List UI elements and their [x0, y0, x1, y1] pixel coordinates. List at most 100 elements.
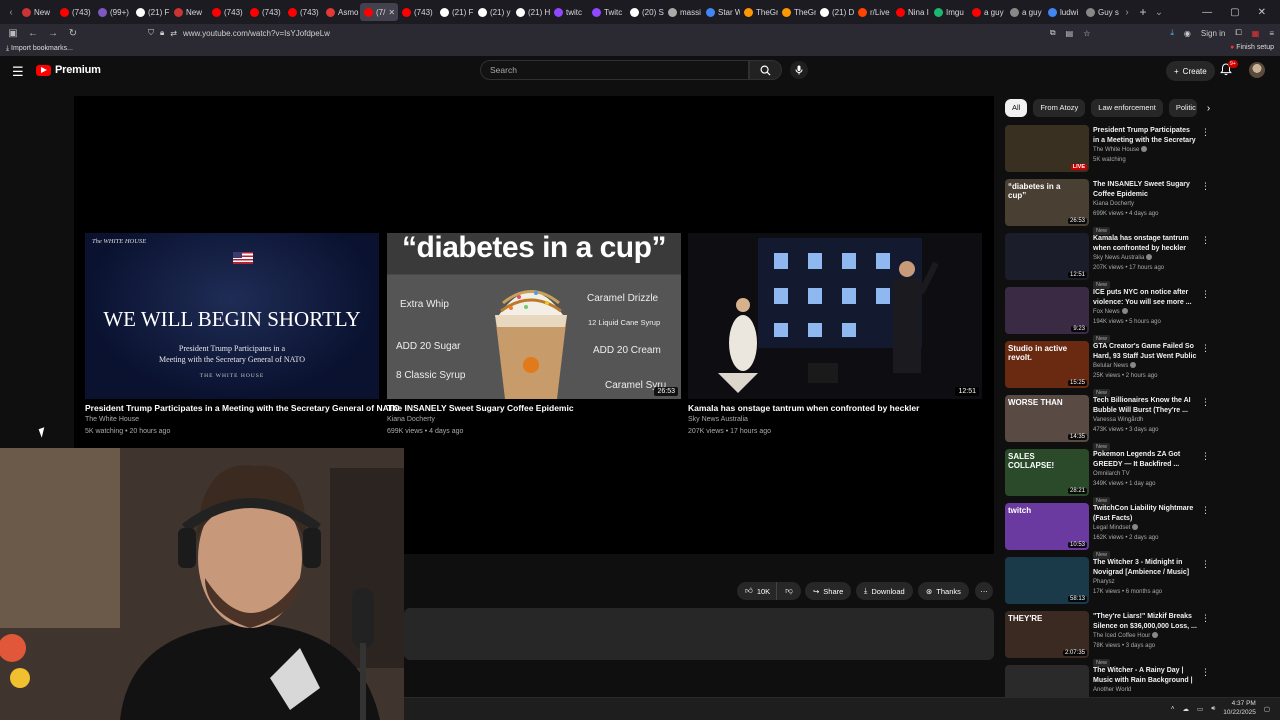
- more-actions-button[interactable]: ⋯: [975, 582, 993, 600]
- recommendation-item[interactable]: 12:51 Kamala has onstage tantrum when con…: [1005, 233, 1210, 289]
- recommendation-item[interactable]: SALES COLLAPSE! 28:21 Pokemon Legends ZA G…: [1005, 449, 1210, 505]
- recommendation-thumbnail[interactable]: WORSE THAN 14:35: [1005, 395, 1089, 442]
- permissions-icon[interactable]: ⇄: [170, 29, 177, 38]
- recommendation-title[interactable]: ICE puts NYC on notice after violence: Y…: [1093, 288, 1197, 307]
- browser-tab[interactable]: (21) H: [512, 3, 550, 21]
- youtube-premium-logo[interactable]: Premium: [36, 64, 101, 76]
- endcard-video-2[interactable]: “diabetes in a cup” Extra Whip Caramel D…: [387, 233, 681, 437]
- browser-tab[interactable]: (743): [208, 3, 246, 21]
- browser-tab[interactable]: (743): [246, 3, 284, 21]
- endcard-title[interactable]: Kamala has onstage tantrum when confront…: [688, 403, 982, 413]
- url-text[interactable]: www.youtube.com/watch?v=IsYJofdpeLw: [183, 29, 330, 38]
- cloud-icon[interactable]: ☁: [1183, 705, 1190, 713]
- endcard-thumbnail[interactable]: 12:51: [688, 233, 982, 399]
- browser-tab[interactable]: r/Live: [854, 3, 892, 21]
- recommendation-channel[interactable]: The White House: [1093, 145, 1197, 155]
- recommendation-channel[interactable]: Another World: [1093, 685, 1197, 695]
- recommendation-item[interactable]: Studio in active revolt. 15:25 GTA Creator…: [1005, 341, 1210, 397]
- browser-tab[interactable]: Imgu: [930, 3, 968, 21]
- recommendation-channel[interactable]: Kiana Docherty: [1093, 199, 1197, 209]
- recommendation-channel[interactable]: Vanessa Wingårdh: [1093, 415, 1197, 425]
- chip-from-atozy[interactable]: From Atozy: [1033, 99, 1086, 117]
- tray-chevron-icon[interactable]: ˄: [1171, 705, 1175, 712]
- bookmark-star-icon[interactable]: ☆: [1083, 29, 1090, 38]
- picture-in-picture-icon[interactable]: ⧉: [1050, 28, 1056, 38]
- recommendation-channel[interactable]: Fox News: [1093, 307, 1197, 317]
- more-vertical-icon[interactable]: ⋮: [1201, 343, 1210, 354]
- more-vertical-icon[interactable]: ⋮: [1201, 559, 1210, 570]
- sidebar-toggle-icon[interactable]: ▣: [8, 28, 18, 39]
- recommendation-thumbnail[interactable]: 12:51: [1005, 233, 1089, 280]
- chip-politics[interactable]: Politic: [1168, 99, 1197, 117]
- recommendation-thumbnail[interactable]: Studio in active revolt. 15:25: [1005, 341, 1089, 388]
- browser-tab[interactable]: Nina I: [892, 3, 930, 21]
- browser-tab[interactable]: (99+): [94, 3, 132, 21]
- recommendation-thumbnail[interactable]: “diabetes in a cup” 26:53: [1005, 179, 1089, 226]
- recommendation-item[interactable]: 9:23 ICE puts NYC on notice after violenc…: [1005, 287, 1210, 343]
- browser-tab[interactable]: TheGr: [778, 3, 816, 21]
- shield-icon[interactable]: ⛉: [148, 28, 154, 38]
- downloads-icon[interactable]: ⤓: [1170, 28, 1174, 38]
- create-button[interactable]: + Create: [1166, 61, 1215, 81]
- browser-tab[interactable]: TheGr: [740, 3, 778, 21]
- browser-tab[interactable]: (20) S: [626, 3, 664, 21]
- browser-tab[interactable]: (21) F: [132, 3, 170, 21]
- recommendation-title[interactable]: Pokemon Legends ZA Got GREEDY — It Backf…: [1093, 450, 1197, 469]
- recommendation-channel[interactable]: Omnilarch TV: [1093, 469, 1197, 479]
- recommendation-title[interactable]: Tech Billionaires Know the AI Bubble Wil…: [1093, 396, 1197, 415]
- endcard-title[interactable]: The INSANELY Sweet Sugary Coffee Epidemi…: [387, 403, 681, 413]
- monitor-icon[interactable]: ▭: [1197, 705, 1203, 713]
- recommendation-item[interactable]: twitch 10:53 TwitchCon Liability Nightmare…: [1005, 503, 1210, 559]
- browser-tab[interactable]: (21) y: [474, 3, 512, 21]
- recommendation-title[interactable]: The Witcher - A Rainy Day | Music with R…: [1093, 666, 1197, 685]
- more-vertical-icon[interactable]: ⋮: [1201, 397, 1210, 408]
- tab-scroll-right-icon[interactable]: ›: [1120, 7, 1134, 18]
- search-input[interactable]: Search: [480, 60, 749, 80]
- endcard-channel[interactable]: Sky News Australia: [688, 415, 982, 425]
- recommendation-channel[interactable]: Belular News: [1093, 361, 1197, 371]
- browser-tab[interactable]: Star W: [702, 3, 740, 21]
- menu-icon[interactable]: ≡: [1269, 29, 1274, 38]
- recommendation-item[interactable]: “diabetes in a cup” 26:53 The INSANELY Swe…: [1005, 179, 1210, 235]
- more-vertical-icon[interactable]: ⋮: [1201, 505, 1210, 516]
- extensions-icon[interactable]: ⧠: [1235, 28, 1241, 38]
- back-icon[interactable]: ←: [28, 28, 38, 39]
- recommendation-title[interactable]: The Witcher 3 - Midnight in Novigrad [Am…: [1093, 558, 1197, 577]
- maximize-icon[interactable]: ▢: [1230, 7, 1239, 18]
- browser-tab[interactable]: (21) D: [816, 3, 854, 21]
- recommendation-channel[interactable]: Pharysz: [1093, 577, 1197, 587]
- browser-tab[interactable]: a guy: [968, 3, 1006, 21]
- recommendation-item[interactable]: THEY'RE 2:07:35 "They're Liars!" Mizkif Br…: [1005, 611, 1210, 667]
- minimize-icon[interactable]: —: [1202, 7, 1212, 18]
- more-vertical-icon[interactable]: ⋮: [1201, 613, 1210, 624]
- browser-tab[interactable]: Asmo: [322, 3, 360, 21]
- recommendation-title[interactable]: President Trump Participates in a Meetin…: [1093, 126, 1197, 145]
- recommendation-channel[interactable]: Legal Mindset: [1093, 523, 1197, 533]
- recommendation-title[interactable]: GTA Creator's Game Failed So Hard, 93 St…: [1093, 342, 1197, 361]
- lock-icon[interactable]: 🔒︎: [160, 28, 164, 38]
- browser-tab[interactable]: (21) F: [436, 3, 474, 21]
- reader-view-icon[interactable]: ▤: [1066, 29, 1074, 38]
- dislike-button[interactable]: 👎︎: [776, 582, 801, 600]
- more-vertical-icon[interactable]: ⋮: [1201, 451, 1210, 462]
- recommendation-thumbnail[interactable]: LIVE: [1005, 125, 1089, 172]
- browser-tab[interactable]: Guy s: [1082, 3, 1120, 21]
- chip-all[interactable]: All: [1005, 99, 1028, 117]
- sign-in-link[interactable]: Sign in: [1201, 29, 1225, 38]
- recommendation-item[interactable]: 58:13 The Witcher 3 - Midnight in Novigra…: [1005, 557, 1210, 611]
- browser-tab[interactable]: (743): [56, 3, 94, 21]
- close-window-icon[interactable]: ✕: [1258, 7, 1266, 18]
- browser-tab[interactable]: twitc: [550, 3, 588, 21]
- recommendation-thumbnail[interactable]: THEY'RE 2:07:35: [1005, 611, 1089, 658]
- tab-overflow-icon[interactable]: ⌄: [1152, 7, 1166, 18]
- finish-setup-link[interactable]: ● Finish setup: [1230, 44, 1274, 51]
- recommendation-title[interactable]: "They're Liars!" Mizkif Breaks Silence o…: [1093, 612, 1197, 631]
- forward-icon[interactable]: →: [48, 28, 58, 39]
- recommendation-item[interactable]: WORSE THAN 14:35 Tech Billionaires Know th…: [1005, 395, 1210, 451]
- account-icon[interactable]: ◉: [1184, 29, 1191, 38]
- recommendation-title[interactable]: Kamala has onstage tantrum when confront…: [1093, 234, 1197, 253]
- endcard-thumbnail[interactable]: The WHITE HOUSE WE WILL BEGIN SHORTLY Pr…: [85, 233, 379, 399]
- recommendation-item[interactable]: LIVE President Trump Participates in a Me…: [1005, 125, 1210, 179]
- recommendation-thumbnail[interactable]: 9:23: [1005, 287, 1089, 334]
- more-vertical-icon[interactable]: ⋮: [1201, 667, 1210, 678]
